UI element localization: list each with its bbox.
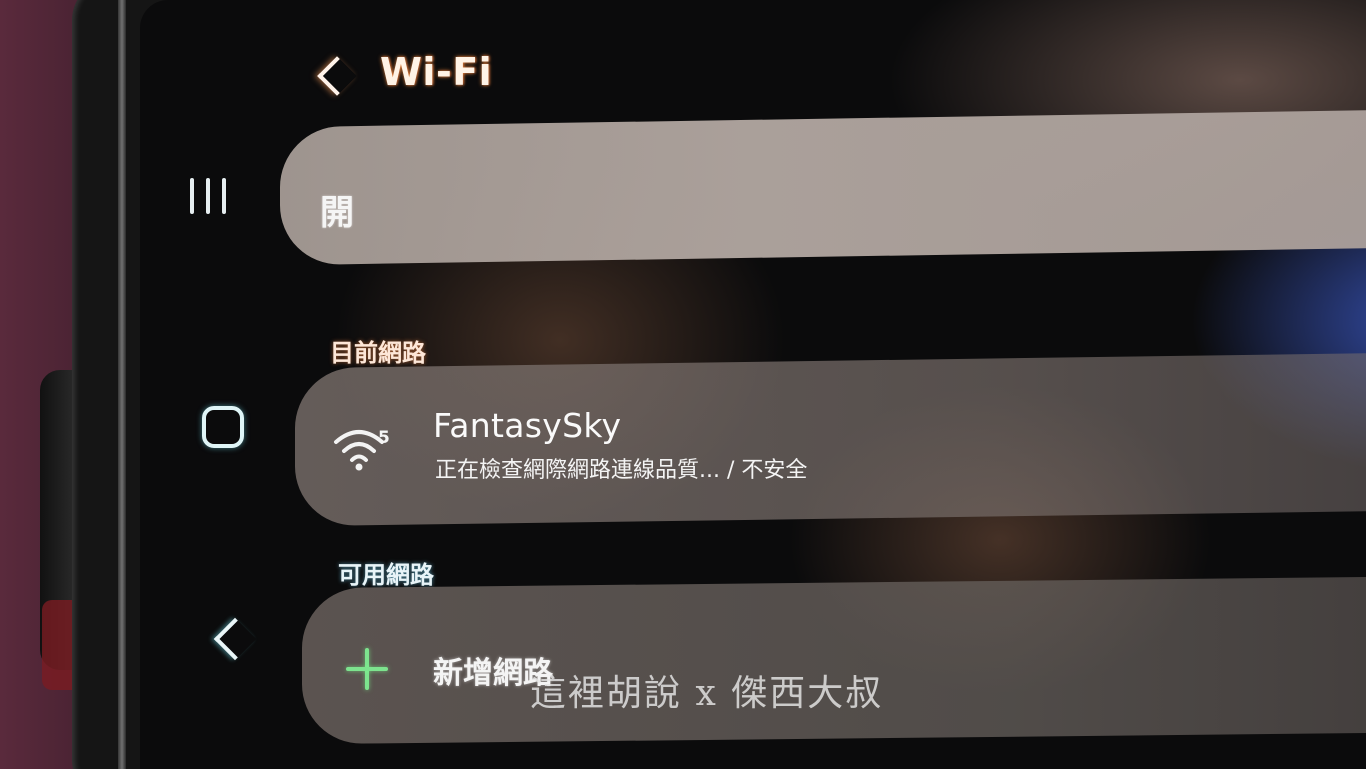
network-status: 正在檢查網際網路連線品質... / 不安全 bbox=[435, 458, 808, 483]
device-bezel-edge bbox=[118, 0, 126, 769]
header-back-button[interactable] bbox=[317, 56, 357, 96]
section-current-network: 目前網路 bbox=[330, 339, 426, 367]
wifi-standard-badge: 5 bbox=[378, 428, 390, 448]
page-title: Wi-Fi bbox=[380, 50, 493, 94]
section-available-networks: 可用網路 bbox=[338, 561, 434, 589]
plus-icon bbox=[346, 648, 388, 690]
back-icon[interactable] bbox=[213, 617, 257, 661]
wifi-toggle-label: 開 bbox=[320, 193, 354, 233]
recents-icon[interactable] bbox=[190, 178, 226, 216]
network-name: FantasySky bbox=[433, 406, 622, 445]
screen: Wi-Fi 開 目前網路 5 FantasySky 正在檢查網際網路連線品質..… bbox=[140, 0, 1366, 769]
wifi-toggle-bar[interactable] bbox=[280, 108, 1366, 266]
scene: Wi-Fi 開 目前網路 5 FantasySky 正在檢查網際網路連線品質..… bbox=[0, 0, 1366, 769]
home-icon[interactable] bbox=[202, 406, 244, 448]
watermark: 這裡胡說 x 傑西大叔 bbox=[530, 673, 884, 714]
